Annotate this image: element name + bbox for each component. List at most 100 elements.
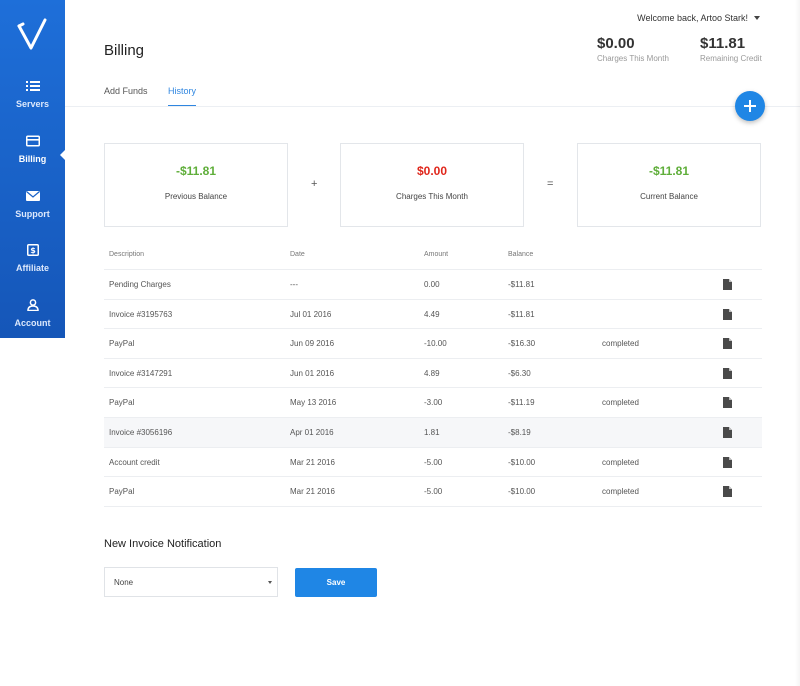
svg-text:$: $ — [30, 246, 36, 255]
stat-value: $0.00 — [597, 35, 635, 52]
sidebar-item-support[interactable]: Support — [0, 190, 65, 244]
billing-history-table: Description Date Amount Balance Pending … — [104, 243, 762, 507]
stat-charges-this-month: $0.00 Charges This Month — [597, 35, 669, 63]
table-header: Description Date Amount Balance — [104, 243, 762, 269]
stat-label: Remaining Credit — [700, 54, 762, 63]
document-icon[interactable] — [723, 426, 732, 438]
table-row: Invoice #3147291 Jun 01 2016 4.89 -$6.30 — [104, 357, 762, 388]
cell-balance: -$11.81 — [508, 309, 535, 319]
cell-balance: -$16.30 — [508, 339, 536, 349]
tab-history[interactable]: History — [168, 86, 197, 107]
document-icon[interactable] — [723, 486, 732, 498]
document-icon[interactable] — [723, 338, 732, 350]
cell-date: Mar 21 2016 — [290, 457, 335, 467]
cell-balance: -$11.19 — [508, 398, 535, 408]
page-edge-shadow — [795, 0, 800, 686]
add-button[interactable] — [735, 91, 765, 121]
card-icon — [25, 135, 40, 147]
sidebar-item-account[interactable]: Account — [0, 299, 65, 353]
cell-description: Pending Charges — [109, 280, 171, 289]
section-title: New Invoice Notification — [104, 538, 222, 550]
cell-amount: 1.81 — [424, 427, 440, 437]
cell-description: Invoice #3147291 — [109, 368, 173, 378]
stat-value: $11.81 — [700, 35, 746, 52]
card-label: Charges This Month — [396, 192, 468, 201]
table-row: PayPal Mar 21 2016 -5.00 -$10.00 complet… — [104, 476, 762, 506]
document-icon[interactable] — [723, 279, 732, 290]
cell-amount: -5.00 — [424, 487, 443, 497]
save-button[interactable]: Save — [295, 568, 377, 597]
v-logo-icon[interactable] — [17, 18, 49, 52]
cell-amount: -5.00 — [424, 457, 443, 467]
document-icon[interactable] — [723, 397, 732, 409]
welcome-user-menu[interactable]: Welcome back, Artoo Stark! — [637, 13, 748, 23]
equals-operator: = — [547, 178, 554, 190]
cell-status: completed — [602, 398, 639, 408]
cell-date: Mar 21 2016 — [290, 487, 335, 497]
envelope-icon — [25, 191, 40, 201]
document-icon[interactable] — [723, 367, 732, 379]
welcome-text: Welcome back, Artoo Stark! — [637, 13, 748, 23]
sidebar-item-label: Account — [14, 318, 51, 328]
card-value: $0.00 — [416, 164, 448, 178]
stat-remaining-credit: $11.81 Remaining Credit — [700, 35, 762, 63]
cell-status: completed — [602, 487, 639, 497]
table-row: PayPal Jun 09 2016 -10.00 -$16.30 comple… — [104, 328, 762, 358]
column-header-amount: Amount — [424, 251, 449, 258]
card-value: -$11.81 — [648, 164, 690, 178]
dollar-icon: $ — [26, 244, 39, 256]
charges-this-month-card: $0.00 Charges This Month — [340, 143, 524, 227]
cell-balance: -$10.00 — [508, 457, 536, 467]
table-row: Account credit Mar 21 2016 -5.00 -$10.00… — [104, 446, 762, 477]
cell-date: Jun 01 2016 — [290, 368, 335, 378]
previous-balance-card: -$11.81 Previous Balance — [104, 143, 288, 227]
document-icon[interactable] — [723, 456, 732, 468]
cell-status: completed — [602, 457, 639, 467]
page-title: Billing — [104, 42, 145, 59]
stat-label: Charges This Month — [597, 54, 669, 63]
table-row: Pending Charges --- 0.00 -$11.81 — [104, 269, 762, 299]
card-label: Current Balance — [640, 192, 698, 201]
sidebar-item-label: Billing — [18, 154, 47, 164]
sidebar-item-label: Support — [15, 209, 50, 219]
cell-date: --- — [290, 280, 298, 289]
cell-amount: 4.89 — [424, 368, 440, 378]
card-label: Previous Balance — [164, 192, 228, 201]
table-row: Invoice #3056196 Apr 01 2016 1.81 -$8.19 — [104, 416, 762, 447]
table-row: PayPal May 13 2016 -3.00 -$11.19 complet… — [104, 387, 762, 417]
cell-date: Jul 01 2016 — [290, 309, 332, 319]
sidebar: Servers Billing Support $ Affiliate Acco… — [0, 0, 66, 338]
notification-select[interactable]: None — [104, 567, 278, 597]
sidebar-item-affiliate[interactable]: $ Affiliate — [0, 244, 65, 298]
document-icon[interactable] — [723, 308, 732, 320]
cell-description: Account credit — [109, 457, 160, 467]
sidebar-item-billing[interactable]: Billing — [0, 135, 66, 189]
plus-operator: + — [311, 178, 318, 190]
user-icon — [26, 299, 39, 311]
cell-status: completed — [602, 339, 639, 349]
list-icon — [25, 81, 40, 91]
sidebar-item-label: Servers — [15, 99, 50, 109]
divider — [65, 106, 800, 107]
tab-add-funds[interactable]: Add Funds — [104, 86, 148, 105]
cell-description: PayPal — [109, 339, 135, 349]
sidebar-item-label: Affiliate — [15, 263, 49, 273]
caret-down-icon — [268, 581, 272, 584]
sidebar-item-servers[interactable]: Servers — [0, 80, 65, 134]
cell-amount: 0.00 — [424, 280, 440, 289]
cell-balance: -$6.30 — [508, 368, 531, 378]
cell-description: Invoice #3056196 — [109, 427, 173, 437]
cell-date: Apr 01 2016 — [290, 427, 334, 437]
chevron-down-icon[interactable] — [754, 16, 760, 20]
cell-description: Invoice #3195763 — [109, 309, 173, 319]
cell-balance: -$11.81 — [508, 280, 535, 289]
cell-date: May 13 2016 — [290, 398, 337, 408]
column-header-description: Description — [109, 251, 145, 258]
column-header-date: Date — [290, 251, 305, 258]
cell-date: Jun 09 2016 — [290, 339, 335, 349]
card-value: -$11.81 — [175, 164, 217, 178]
divider — [104, 505, 762, 507]
cell-description: PayPal — [109, 487, 135, 497]
cell-description: PayPal — [109, 398, 135, 408]
table-row: Invoice #3195763 Jul 01 2016 4.49 -$11.8… — [104, 298, 762, 329]
